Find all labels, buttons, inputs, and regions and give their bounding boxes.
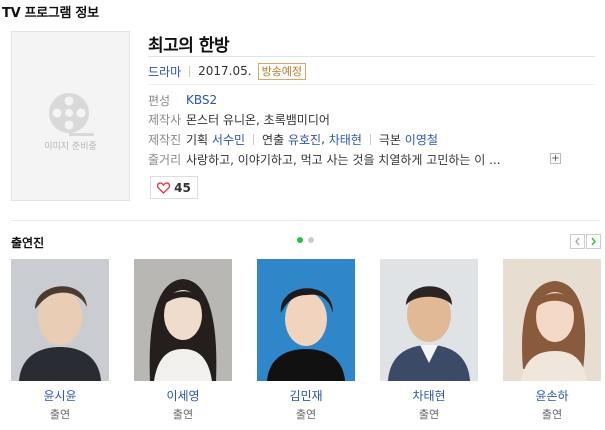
next-button[interactable] bbox=[586, 234, 601, 249]
cast-role: 출연 bbox=[49, 408, 71, 421]
broadcast-label: 편성 bbox=[148, 93, 171, 108]
like-count: 45 bbox=[174, 180, 191, 195]
title-divider bbox=[148, 56, 595, 57]
plus-icon[interactable]: + bbox=[550, 153, 561, 164]
channel-link[interactable]: KBS2 bbox=[186, 93, 217, 107]
staff-label: 제작진 bbox=[148, 132, 182, 147]
cast-photo[interactable] bbox=[380, 259, 478, 381]
writing-label: 극본 bbox=[378, 132, 401, 147]
cast-name[interactable]: 차태현 bbox=[380, 387, 478, 404]
planner-link[interactable]: 서수민 bbox=[212, 131, 245, 148]
info-row-broadcast: 편성 KBS2 bbox=[148, 91, 217, 109]
air-date: 2017.05. bbox=[198, 64, 252, 78]
cast-photo[interactable] bbox=[503, 259, 601, 381]
chevron-left-icon bbox=[575, 237, 580, 246]
cast-role: 출연 bbox=[172, 408, 194, 421]
cast-role: 출연 bbox=[541, 408, 563, 421]
cast-role: 출연 bbox=[295, 408, 317, 421]
program-meta: 드라마 2017.05. 방송예정 bbox=[148, 62, 307, 80]
section-title: TV 프로그램 정보 bbox=[2, 6, 99, 21]
synopsis-text: 사랑하고, 이야기하고, 먹고 사는 것을 치열하게 고민하는 이 ... bbox=[186, 152, 501, 167]
separator bbox=[369, 133, 371, 145]
section-divider bbox=[11, 220, 600, 221]
cast-card[interactable]: 윤손하 출연 bbox=[503, 259, 601, 422]
chevron-right-icon bbox=[591, 237, 596, 246]
cast-role: 출연 bbox=[418, 408, 440, 421]
cast-photo[interactable] bbox=[11, 259, 109, 381]
cast-card[interactable]: 이세영 출연 bbox=[134, 259, 232, 422]
program-title[interactable]: 최고의 한방 bbox=[148, 31, 230, 56]
cast-card[interactable]: 차태현 출연 bbox=[380, 259, 478, 422]
film-reel-icon bbox=[49, 93, 94, 136]
cast-photo[interactable] bbox=[257, 259, 355, 381]
director-link-1[interactable]: 유호진 bbox=[288, 131, 321, 148]
production-label: 제작사 bbox=[148, 112, 182, 127]
production-company: 몬스터 유니온, 초록뱀미디어 bbox=[186, 112, 330, 127]
writer-link[interactable]: 이영철 bbox=[405, 131, 438, 148]
page-dot-active[interactable] bbox=[297, 237, 303, 243]
status-badge: 방송예정 bbox=[257, 62, 307, 80]
info-row-production: 제작사 몬스터 유니온, 초록뱀미디어 bbox=[148, 110, 330, 128]
info-row-synopsis: 줄거리 사랑하고, 이야기하고, 먹고 사는 것을 치열하게 고민하는 이 ..… bbox=[148, 150, 501, 168]
separator bbox=[253, 133, 255, 145]
cast-name[interactable]: 이세영 bbox=[134, 387, 232, 404]
separator bbox=[189, 65, 191, 77]
cast-card[interactable]: 윤시윤 출연 bbox=[11, 259, 109, 422]
cast-name[interactable]: 김민재 bbox=[257, 387, 355, 404]
cast-name[interactable]: 윤손하 bbox=[503, 387, 601, 404]
poster-placeholder-text: 이미지 준비중 bbox=[44, 142, 97, 152]
program-poster: 이미지 준비중 bbox=[11, 31, 130, 201]
synopsis-label: 줄거리 bbox=[148, 152, 182, 167]
info-row-staff: 제작진 기획 서수민 연출 유호진, 차태현 극본 이영철 bbox=[148, 131, 438, 148]
prev-button[interactable] bbox=[570, 234, 585, 249]
director-link-2[interactable]: 차태현 bbox=[329, 131, 362, 148]
cast-name[interactable]: 윤시윤 bbox=[11, 387, 109, 404]
planning-label: 기획 bbox=[186, 132, 209, 147]
genre-link[interactable]: 드라마 bbox=[148, 63, 181, 80]
directing-label: 연출 bbox=[262, 132, 285, 147]
page-dot[interactable] bbox=[308, 237, 314, 243]
cast-title: 출연진 bbox=[11, 236, 45, 250]
like-button[interactable]: 45 bbox=[150, 176, 198, 199]
cast-card[interactable]: 김민재 출연 bbox=[257, 259, 355, 422]
heart-icon bbox=[157, 181, 171, 194]
info-divider bbox=[148, 84, 595, 85]
cast-photo[interactable] bbox=[134, 259, 232, 381]
